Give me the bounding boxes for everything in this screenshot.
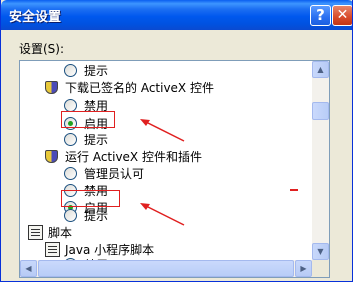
annotation-arrow: [140, 203, 185, 226]
horizontal-scroll-thumb[interactable]: [38, 260, 294, 277]
scroll-down-button[interactable]: ▼: [312, 243, 329, 260]
radio-button[interactable]: [64, 64, 77, 77]
scroll-right-button[interactable]: ▶: [295, 260, 312, 277]
list-item-label: 管理员认可: [84, 167, 145, 181]
scrollbar-corner: [312, 260, 329, 277]
list-item-label: 提示: [84, 209, 109, 223]
list-item-label: 提示: [84, 133, 109, 147]
scroll-up-button[interactable]: ▲: [312, 61, 329, 78]
horizontal-scrollbar[interactable]: ◀ ▶: [20, 260, 312, 277]
annotation-mark: [290, 189, 298, 191]
vertical-scrollbar[interactable]: ▲ ▼: [312, 61, 329, 260]
radio-button[interactable]: [64, 209, 77, 222]
help-button[interactable]: ?: [310, 5, 331, 26]
vertical-scroll-thumb[interactable]: [312, 102, 329, 120]
shield-icon: [45, 150, 58, 163]
window-title: 安全设置: [9, 10, 62, 25]
group-label: Java 小程序脚本: [65, 243, 155, 257]
highlight-box: [61, 111, 115, 128]
radio-button[interactable]: [64, 133, 77, 146]
settings-list[interactable]: 提示 下载已签名的 ActiveX 控件 禁用 启用 提示 运行 ActiveX…: [19, 60, 330, 278]
highlight-box: [61, 190, 120, 207]
group-label: 运行 ActiveX 控件和插件: [65, 150, 202, 164]
list-item-label: 提示: [84, 64, 109, 78]
radio-button[interactable]: [64, 167, 77, 180]
shield-icon: [45, 81, 58, 94]
close-button[interactable]: ✕: [332, 5, 352, 26]
annotation-arrow: [140, 119, 185, 142]
group-label: 下载已签名的 ActiveX 控件: [65, 81, 214, 95]
scroll-left-button[interactable]: ◀: [20, 260, 37, 277]
section-label: 脚本: [48, 226, 73, 240]
settings-label: 设置(S):: [19, 42, 65, 56]
script-icon: [28, 225, 43, 240]
title-bar[interactable]: 安全设置 ? ✕: [1, 0, 352, 30]
script-icon: [45, 242, 60, 257]
security-settings-window: 安全设置 ? ✕ 设置(S): 提示 下载已签名的 ActiveX 控件 禁用 …: [0, 0, 353, 282]
